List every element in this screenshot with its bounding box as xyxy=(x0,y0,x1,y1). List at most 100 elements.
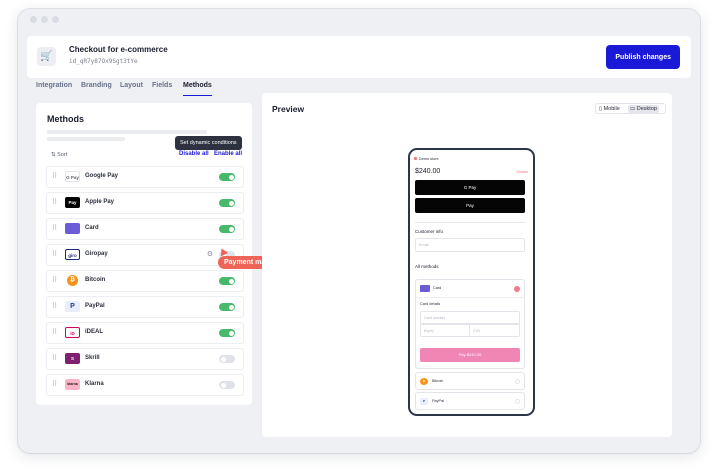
giropay-logo: giro xyxy=(65,249,80,260)
app-window: 🛒 Checkout for e-commerce id_qR7y87Ox9Sg… xyxy=(18,9,700,453)
paypal-method-option[interactable]: P PayPal xyxy=(415,392,525,410)
drag-handle-icon[interactable]: ⠿ xyxy=(52,328,57,336)
page-title: Checkout for e-commerce xyxy=(69,45,168,54)
method-row-giropay[interactable]: ⠿ giro Giropay ⚙ xyxy=(46,244,244,266)
method-toggle[interactable] xyxy=(219,225,235,233)
method-row-google-pay[interactable]: ⠿ G Pay Google Pay xyxy=(46,166,244,188)
method-name: PayPal xyxy=(85,303,105,309)
apple-pay-button[interactable]: Pay xyxy=(415,198,525,213)
customer-info-label: Customer info xyxy=(415,229,444,234)
phone-mockup: Demo store $240.00 Details G Pay Pay Cus… xyxy=(408,148,535,416)
klarna-logo: klarna xyxy=(65,379,80,390)
google-pay-logo: G Pay xyxy=(65,171,80,182)
preview-panel: Preview ▯ Mobile ▭ Desktop Demo store $2… xyxy=(262,93,672,437)
drag-handle-icon[interactable]: ⠿ xyxy=(52,224,57,232)
pay-button[interactable]: Pay $240.00 xyxy=(420,348,520,362)
method-toggle[interactable] xyxy=(219,173,235,181)
method-name: Google Pay xyxy=(85,173,119,179)
card-method-name: Card xyxy=(433,286,442,290)
page-header: 🛒 Checkout for e-commerce id_qR7y87Ox9Sg… xyxy=(27,36,691,78)
checkout-id: id_qR7y87Ox9Sgt3tYe xyxy=(69,58,138,65)
sort-label: Sort xyxy=(57,152,68,158)
card-icon xyxy=(420,285,430,292)
card-logo xyxy=(65,223,80,234)
drag-handle-icon[interactable]: ⠿ xyxy=(52,354,57,362)
method-name: Klarna xyxy=(85,381,104,387)
dynamic-conditions-tooltip: Set dynamic conditions xyxy=(175,136,242,150)
device-mobile-option[interactable]: ▯ Mobile xyxy=(597,105,622,113)
divider xyxy=(416,297,524,298)
tab-integration[interactable]: Integration xyxy=(36,77,72,95)
tab-methods[interactable]: Methods xyxy=(183,77,212,96)
device-desktop-label: Desktop xyxy=(636,106,657,112)
device-switcher: ▯ Mobile ▭ Desktop xyxy=(595,103,666,114)
details-link[interactable]: Details xyxy=(516,170,528,174)
radio-button[interactable] xyxy=(515,379,520,384)
method-row-apple-pay[interactable]: ⠿ Pay Apple Pay xyxy=(46,192,244,214)
drag-handle-icon[interactable]: ⠿ xyxy=(52,198,57,206)
divider xyxy=(415,222,525,223)
expiry-field[interactable]: Expiry xyxy=(420,324,470,337)
checkout-amount: $240.00 xyxy=(415,168,441,175)
method-toggle[interactable] xyxy=(219,355,235,363)
cvv-field[interactable]: CVV xyxy=(469,324,520,337)
method-name: Skrill xyxy=(85,355,100,361)
device-desktop-option[interactable]: ▭ Desktop xyxy=(628,105,659,113)
method-row-bitcoin[interactable]: ⠿ ₿ Bitcoin xyxy=(46,270,244,292)
apple-pay-logo: Pay xyxy=(65,197,80,208)
drag-handle-icon[interactable]: ⠿ xyxy=(52,172,57,180)
method-toggle[interactable] xyxy=(219,303,235,311)
bitcoin-icon: ₿ xyxy=(420,378,428,385)
card-details-label: Card details xyxy=(420,302,441,306)
sort-control[interactable]: ⇅ Sort xyxy=(51,152,67,158)
drag-handle-icon[interactable]: ⠿ xyxy=(52,302,57,310)
selected-radio[interactable] xyxy=(514,286,520,292)
disable-all-link[interactable]: Disable all xyxy=(179,151,209,157)
email-field[interactable]: Email xyxy=(415,238,525,252)
method-toggle[interactable] xyxy=(219,381,235,389)
publish-changes-button[interactable]: Publish changes xyxy=(606,45,680,69)
google-pay-button[interactable]: G Pay xyxy=(415,180,525,195)
cart-icon: 🛒 xyxy=(37,47,56,66)
window-dot-maximize[interactable] xyxy=(52,16,59,23)
device-mobile-label: Mobile xyxy=(603,106,620,112)
tab-layout[interactable]: Layout xyxy=(120,77,143,95)
tab-fields[interactable]: Fields xyxy=(152,77,172,95)
method-name: Giropay xyxy=(85,251,108,257)
bitcoin-method-option[interactable]: ₿ Bitcoin xyxy=(415,372,525,390)
method-toggle[interactable] xyxy=(219,329,235,337)
card-number-field[interactable]: Card number xyxy=(420,311,520,324)
skrill-logo: S xyxy=(65,353,80,364)
bitcoin-method-name: Bitcoin xyxy=(432,379,444,383)
method-row-klarna[interactable]: ⠿ klarna Klarna xyxy=(46,374,244,396)
skeleton-line xyxy=(47,130,207,134)
monitor-icon: ▭ xyxy=(630,106,637,112)
method-toggle[interactable] xyxy=(219,199,235,207)
bitcoin-logo: ₿ xyxy=(67,275,78,286)
method-row-card[interactable]: ⠿ Card xyxy=(46,218,244,240)
store-icon xyxy=(414,157,417,160)
window-dot-minimize[interactable] xyxy=(41,16,48,23)
method-toggle[interactable] xyxy=(219,277,235,285)
paypal-icon: P xyxy=(420,398,428,405)
ideal-logo: iD xyxy=(65,327,80,338)
card-method-expanded[interactable]: Card Card details Card number Expiry CVV… xyxy=(415,279,525,369)
gear-icon[interactable]: ⚙ xyxy=(207,251,213,259)
skeleton-line xyxy=(47,137,125,141)
drag-handle-icon[interactable]: ⠿ xyxy=(52,380,57,388)
drag-handle-icon[interactable]: ⠿ xyxy=(52,250,57,258)
window-dot-close[interactable] xyxy=(30,16,37,23)
methods-title: Methods xyxy=(47,114,84,124)
method-name: Bitcoin xyxy=(85,277,106,283)
drag-handle-icon[interactable]: ⠿ xyxy=(52,276,57,284)
tab-branding[interactable]: Branding xyxy=(81,77,112,95)
method-row-skrill[interactable]: ⠿ S Skrill xyxy=(46,348,244,370)
enable-all-link[interactable]: Enable all xyxy=(214,151,242,157)
radio-button[interactable] xyxy=(515,399,520,404)
preview-title: Preview xyxy=(272,104,305,114)
method-name: Card xyxy=(85,225,99,231)
method-row-paypal[interactable]: ⠿ P PayPal xyxy=(46,296,244,318)
method-name: iDEAL xyxy=(85,329,103,335)
paypal-method-name: PayPal xyxy=(432,399,445,403)
method-row-ideal[interactable]: ⠿ iD iDEAL xyxy=(46,322,244,344)
